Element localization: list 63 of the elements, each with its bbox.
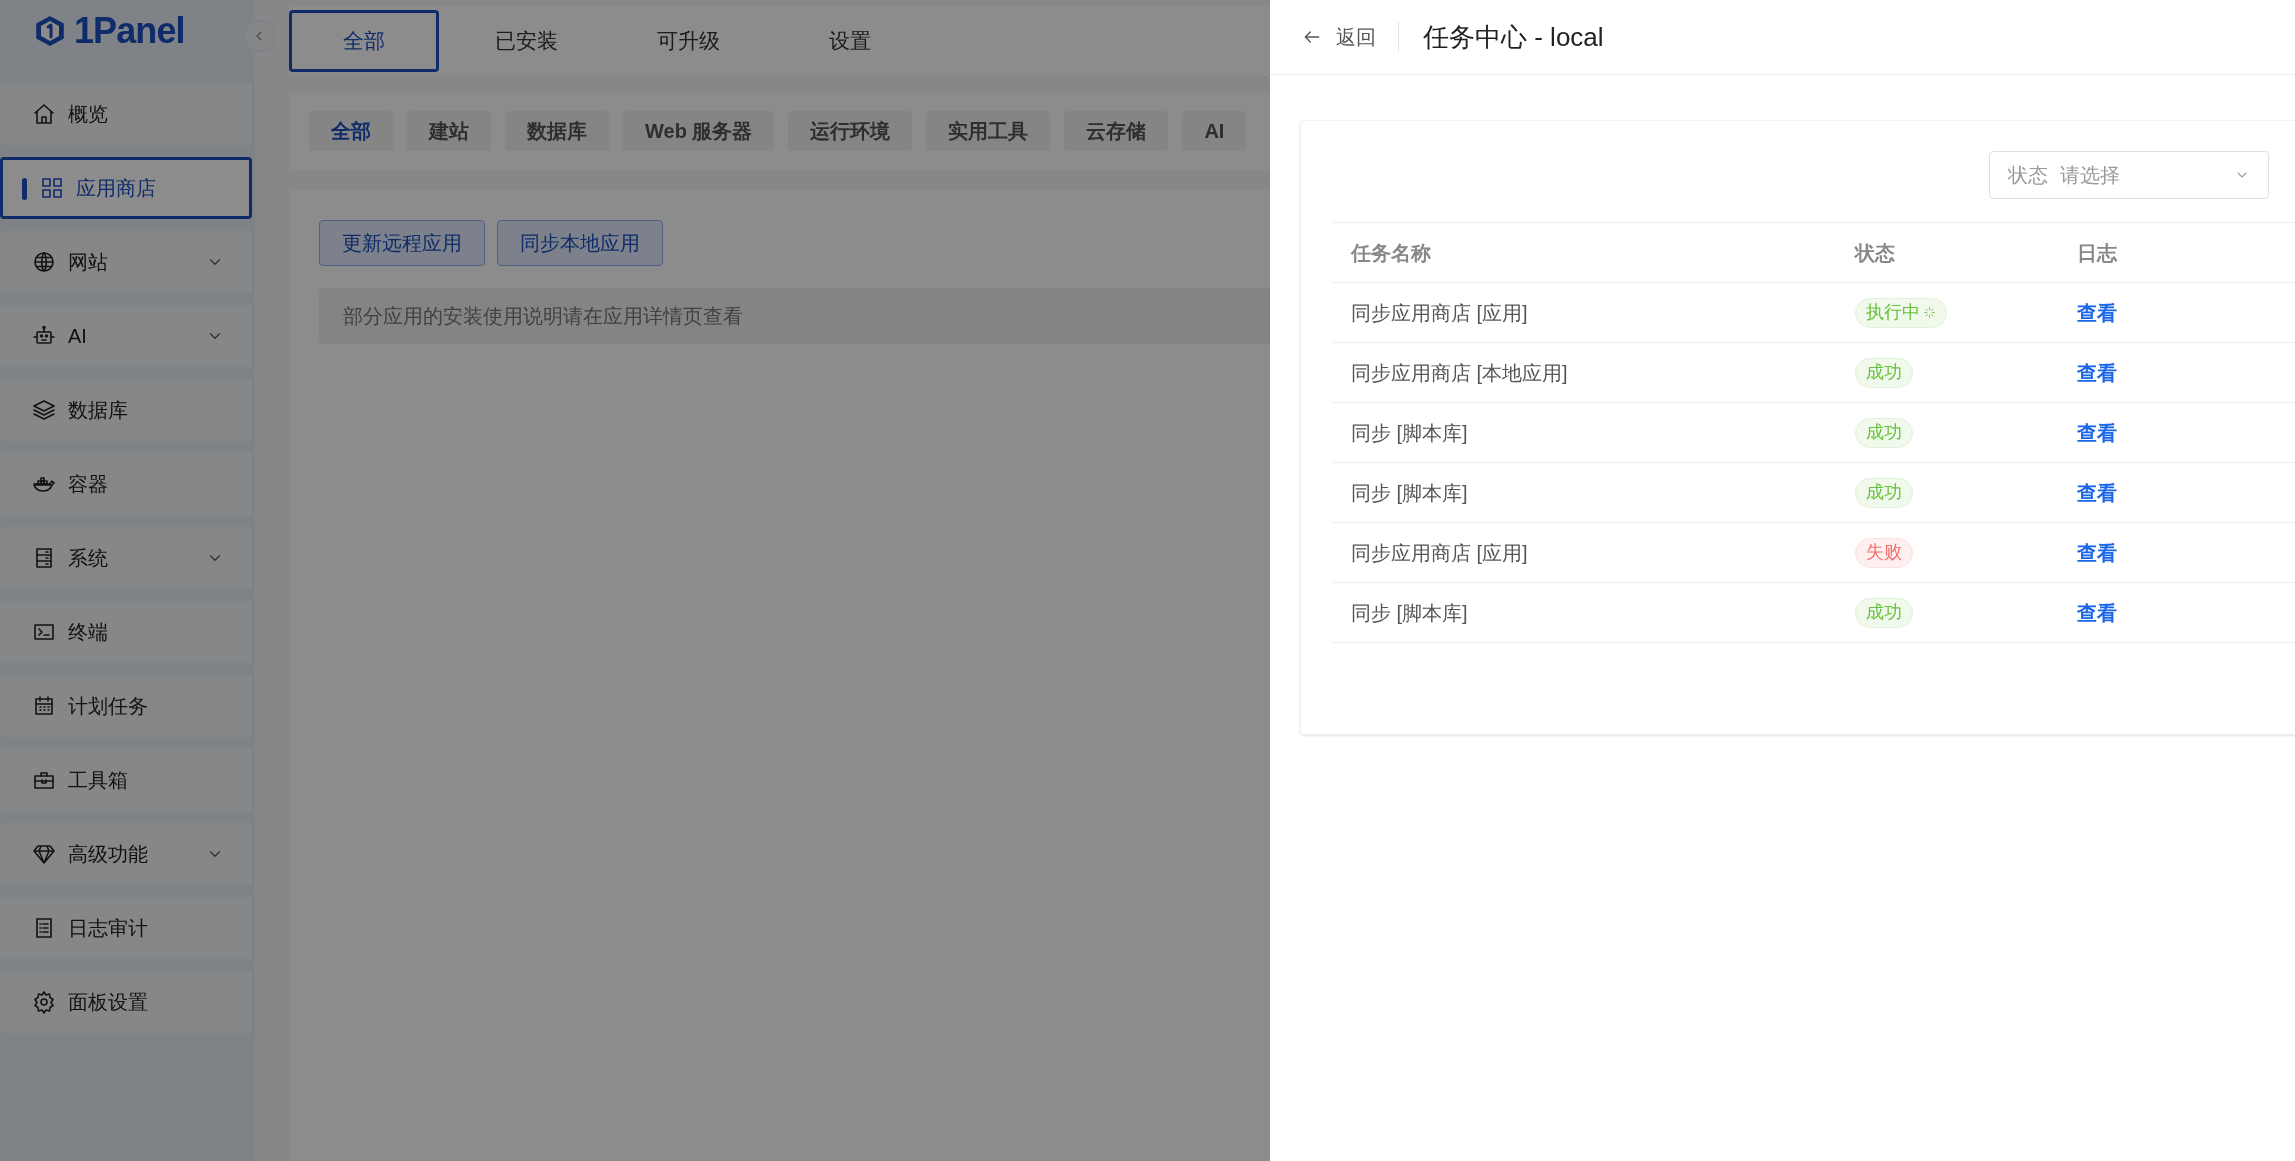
- status-tag: 成功: [1855, 417, 1913, 448]
- category-button[interactable]: 运行环境: [788, 111, 913, 151]
- view-log-link[interactable]: 查看: [2077, 541, 2117, 564]
- logo-text: 1Panel: [74, 9, 185, 53]
- status-tag: 失败: [1855, 537, 1913, 568]
- status-select[interactable]: 状态 请选择: [1989, 151, 2269, 199]
- category-button[interactable]: 云存储: [1064, 111, 1169, 151]
- view-log-link[interactable]: 查看: [2077, 361, 2117, 384]
- view-log-link[interactable]: 查看: [2077, 421, 2117, 444]
- table-cell-text: 同步 [脚本库]: [1350, 480, 1469, 506]
- nav-item[interactable]: 计划任务: [0, 675, 252, 737]
- drawer-title: 任务中心 - local: [1422, 20, 1604, 54]
- nav-item[interactable]: 容器: [0, 453, 252, 515]
- action-button[interactable]: 更新远程应用: [319, 220, 485, 266]
- back-button[interactable]: 返回: [1302, 22, 1399, 52]
- nav-item[interactable]: 系统: [0, 527, 252, 589]
- category-button[interactable]: 建站: [407, 111, 491, 151]
- view-log-link[interactable]: 查看: [2077, 301, 2117, 324]
- nav-item[interactable]: 日志审计: [0, 897, 252, 959]
- status-tag: 执行中: [1855, 297, 1947, 328]
- view-log-link[interactable]: 查看: [2077, 481, 2117, 504]
- logo-icon: [34, 15, 66, 47]
- tab[interactable]: 设置: [775, 10, 925, 72]
- nav-item[interactable]: 面板设置: [0, 971, 252, 1033]
- diamond-icon: [32, 842, 56, 866]
- tab[interactable]: 可升级: [613, 10, 763, 72]
- tab[interactable]: 全部: [289, 10, 439, 72]
- column-header: 任务名称: [1349, 240, 1432, 266]
- table-cell-text: 同步 [脚本库]: [1350, 600, 1469, 626]
- collapse-button[interactable]: [243, 20, 275, 52]
- view-log-link[interactable]: 查看: [2077, 601, 2117, 624]
- category-button[interactable]: 实用工具: [926, 111, 1051, 151]
- nav-item[interactable]: 网站: [0, 231, 252, 293]
- category-button[interactable]: 全部: [309, 111, 393, 151]
- action-button[interactable]: 同步本地应用: [497, 220, 663, 266]
- table-cell-text: 同步应用商店 [应用]: [1350, 540, 1529, 566]
- status-tag: 成功: [1855, 477, 1913, 508]
- nav-item[interactable]: AI: [0, 305, 252, 367]
- table-cell-text: 同步 [脚本库]: [1350, 420, 1469, 446]
- home-icon: [32, 102, 56, 126]
- category-button[interactable]: AI: [1182, 111, 1247, 151]
- tab[interactable]: 已安装: [451, 10, 601, 72]
- layers-icon: [32, 398, 56, 422]
- category-button[interactable]: 数据库: [505, 111, 609, 151]
- nav-item[interactable]: 终端: [0, 601, 252, 663]
- active-indicator: [22, 178, 27, 200]
- loading-icon: [1923, 306, 1936, 319]
- nav-item[interactable]: 应用商店: [0, 157, 252, 219]
- nav-item[interactable]: 高级功能: [0, 823, 252, 885]
- settings-icon: [32, 990, 56, 1014]
- column-header: 日志: [2076, 240, 2118, 266]
- nav-item[interactable]: 概览: [0, 83, 252, 145]
- status-tag: 成功: [1855, 357, 1913, 388]
- nav-item[interactable]: 数据库: [0, 379, 252, 441]
- column-header: 状态: [1853, 240, 1896, 266]
- nav-item[interactable]: 工具箱: [0, 749, 252, 811]
- grid-icon: [40, 176, 64, 200]
- category-button[interactable]: Web 服务器: [623, 111, 775, 151]
- status-tag: 成功: [1855, 597, 1913, 628]
- calendar-icon: [32, 694, 56, 718]
- table-cell-text: 同步应用商店 [应用]: [1350, 300, 1529, 326]
- table-cell-text: 同步应用商店 [本地应用]: [1350, 360, 1569, 386]
- globe-icon: [32, 250, 56, 274]
